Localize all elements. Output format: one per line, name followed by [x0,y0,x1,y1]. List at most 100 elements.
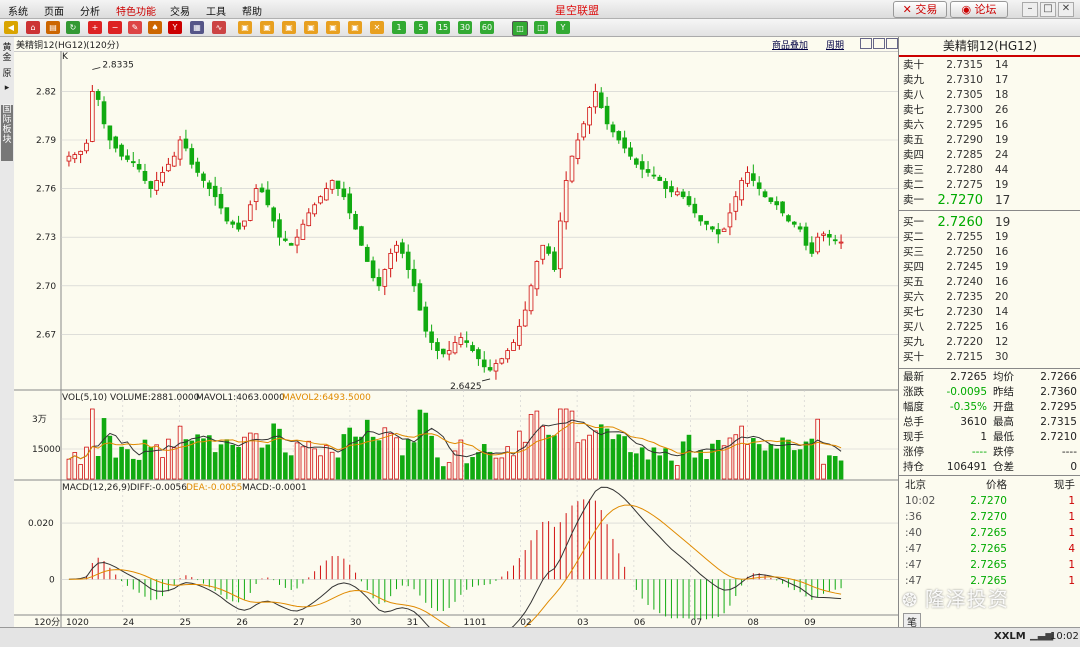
candle [674,191,680,196]
volume-bar [739,425,744,480]
period-week-icon[interactable]: ▣ [304,21,318,34]
period-button-1[interactable]: 1 [392,21,406,34]
period-120-icon[interactable]: ◫ [512,21,528,36]
ask-label: 卖七 [903,104,924,116]
back-icon[interactable]: ◀ [4,21,18,34]
zoom-in-icon[interactable]: + [88,21,102,34]
indicator-icon[interactable]: ∿ [212,21,226,34]
home-icon[interactable]: ⌂ [26,21,40,34]
volume-bar [464,463,470,480]
refresh-icon[interactable]: ↻ [66,21,80,34]
volume-bar [704,459,709,480]
tick-volume: 1 [1068,559,1075,571]
candle [154,180,159,191]
close-icon[interactable]: ✕ [1058,2,1074,17]
tick-price: 2.7265 [970,559,1007,571]
menu-trade[interactable]: 交易 [170,3,190,18]
candle [639,161,645,170]
volume-bar [294,442,300,480]
tab-crude[interactable]: 原 [1,69,13,79]
candle [721,228,727,232]
formula-icon[interactable]: Y [168,21,182,34]
volume-bar [435,457,440,480]
menu-tools[interactable]: 工具 [206,3,226,18]
period-day-icon[interactable]: ▣ [282,21,296,34]
layout-icon[interactable] [860,38,872,49]
expand-icon[interactable] [873,38,885,49]
menu-page[interactable]: 页面 [44,3,64,18]
tab-intl-sector[interactable]: 国际板块 [1,105,13,161]
candle [101,101,107,125]
period-5min-icon[interactable]: ▣ [260,21,274,34]
ask-row: 卖五 2.7290 19 [899,133,1080,148]
draw-icon[interactable]: ✎ [128,21,142,34]
period-button-15[interactable]: 15 [436,21,450,34]
period-year-icon[interactable]: ▣ [348,21,362,34]
volume-bar [721,445,727,480]
x-tick-label: 27 [293,618,304,627]
zoom-out-icon[interactable]: − [108,21,122,34]
minimize-icon[interactable]: – [1022,2,1038,17]
candle [429,331,434,343]
trade-button[interactable]: ✕ 交易 [893,1,947,18]
menu-features[interactable]: 特色功能 [116,3,156,18]
period-custom-icon[interactable]: Y [556,21,570,34]
menu-system[interactable]: 系统 [8,3,28,18]
stats-row: 涨停 ---- 跌停 ---- [899,445,1080,460]
menu-help[interactable]: 帮助 [242,3,262,18]
quote-icon[interactable]: ▤ [46,21,60,34]
candle [318,196,323,204]
period-button-5[interactable]: 5 [414,21,428,34]
ask-label: 卖一 [903,194,924,206]
volume-bar [557,408,563,480]
stat-value: -0.35% [949,401,987,413]
overlay-link[interactable]: 商品叠加 [772,38,808,51]
menu-analysis[interactable]: 分析 [80,3,100,18]
ask-volume: 17 [995,74,1009,86]
candle [791,221,797,225]
period-button-60[interactable]: 60 [480,21,494,34]
candle [575,139,581,159]
candle [312,204,317,215]
ask-row: 卖六 2.7295 16 [899,118,1080,133]
bid-price: 2.7250 [946,246,983,258]
stat-value: 3610 [960,416,987,428]
volume-bar [212,452,218,480]
bid-price: 2.7230 [946,306,983,318]
candle [680,191,686,198]
period-4h-icon[interactable]: ◫ [534,21,548,34]
bid-row: 买六 2.7235 20 [899,290,1080,305]
extreme-label: 2.6425 [450,382,482,392]
candle [821,233,826,236]
tab-arrow-icon[interactable]: ▸ [1,83,13,93]
candle [745,172,750,184]
period-link[interactable]: 周期 [826,38,844,51]
tick-time: :47 [905,559,922,571]
period-1min-icon[interactable]: ▣ [238,21,252,34]
volume-bar [569,410,575,480]
bid-price: 2.7235 [946,291,983,303]
tab-gold[interactable]: 黄金 [1,43,13,63]
volume-bar [329,451,335,480]
period-month-icon[interactable]: ▣ [326,21,340,34]
period-tag: 120分 [34,617,60,627]
multi-day-icon[interactable]: ✕ [370,21,384,34]
candle [669,186,674,193]
forum-button[interactable]: ◉ 论坛 [950,1,1008,18]
volume-bar [493,457,499,480]
volume-bar [376,440,382,480]
period-button-30[interactable]: 30 [458,21,472,34]
stat-label: 均价 [993,371,1014,383]
stat-value: 2.7265 [950,371,987,383]
alert-icon[interactable]: ♠ [148,21,162,34]
maximize-icon[interactable]: □ [1040,2,1056,17]
candle [230,221,236,225]
stat-value: 2.7315 [1040,416,1077,428]
ask-volume: 19 [995,179,1009,191]
bid-label: 买三 [903,246,924,258]
price-chart: 2.82 2.79 2.76 2.73 2.70 2.67 2.8335 2.6425 1020… [14,51,898,627]
fullscreen-icon[interactable] [886,38,898,49]
grid-icon[interactable]: ▦ [190,21,204,34]
volume-bar [78,464,83,480]
candle [388,252,393,269]
